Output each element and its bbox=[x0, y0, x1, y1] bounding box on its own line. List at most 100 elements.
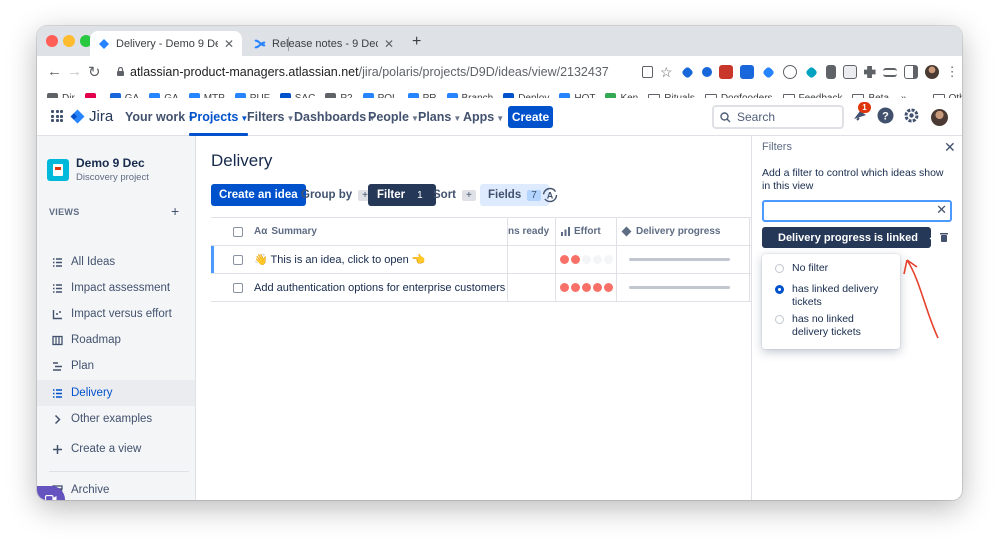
trash-icon[interactable] bbox=[940, 232, 948, 242]
search-input[interactable]: Search bbox=[712, 105, 844, 129]
help-icon[interactable]: ? bbox=[877, 107, 894, 124]
row-checkbox[interactable] bbox=[233, 274, 243, 301]
idea-summary[interactable]: Add authentication options for enterpris… bbox=[254, 274, 505, 301]
search-placeholder: Search bbox=[737, 110, 776, 124]
filter-label: Filter bbox=[377, 189, 406, 201]
filter-chip-delivery-progress[interactable]: Delivery progress is linked ⌄ bbox=[762, 227, 936, 248]
side-panel-icon[interactable] bbox=[903, 65, 918, 79]
nav-your-work[interactable]: Your work ▼ bbox=[125, 110, 195, 124]
extension-icon[interactable] bbox=[842, 65, 857, 79]
column-header-ready[interactable]: ns ready bbox=[508, 218, 549, 245]
fields-button[interactable]: Fields 7 bbox=[480, 184, 549, 206]
idea-summary[interactable]: 👋 This is an idea, click to open 👈 bbox=[254, 246, 426, 273]
column-header-delivery[interactable]: Delivery progress bbox=[621, 218, 721, 245]
back-icon[interactable]: ← bbox=[47, 63, 62, 80]
close-window-icon[interactable] bbox=[46, 35, 58, 47]
nav-people[interactable]: People ▼ bbox=[368, 110, 419, 124]
tab-title: Release notes - 9 Dec 2022 - bbox=[272, 37, 378, 50]
sidebar-item-plan[interactable]: Plan bbox=[37, 353, 195, 379]
star-icon[interactable]: ☆ bbox=[660, 65, 673, 79]
extension-icon[interactable] bbox=[701, 67, 712, 77]
browser-toolbar: ← → ↻ atlassian-product-managers.atlassi… bbox=[37, 56, 962, 88]
app-switcher-icon[interactable] bbox=[51, 110, 63, 122]
sidebar-item-other-examples[interactable]: Other examples bbox=[37, 406, 195, 432]
nav-filters[interactable]: Filters ▼ bbox=[247, 110, 294, 124]
new-tab-button[interactable]: + bbox=[412, 33, 421, 51]
clear-input-icon[interactable]: ✕ bbox=[936, 202, 947, 218]
puzzle-icon[interactable] bbox=[863, 66, 876, 78]
column-divider bbox=[616, 218, 617, 302]
close-panel-icon[interactable]: ✕ bbox=[944, 139, 956, 156]
sidebar-item-impact-assessment[interactable]: Impact assessment bbox=[37, 275, 195, 301]
extension-icon[interactable] bbox=[825, 65, 836, 79]
project-avatar-icon bbox=[47, 158, 69, 181]
settings-icon[interactable] bbox=[903, 107, 920, 124]
radio-button[interactable] bbox=[775, 264, 784, 273]
effort-rating[interactable] bbox=[560, 274, 615, 301]
address-bar[interactable]: atlassian-product-managers.atlassian.net… bbox=[130, 65, 609, 79]
group-by-button[interactable]: Group by + bbox=[293, 184, 380, 206]
row-checkbox[interactable] bbox=[233, 246, 243, 273]
sidebar-item-all-ideas[interactable]: All Ideas bbox=[37, 249, 195, 275]
jira-logo[interactable]: Jira bbox=[70, 108, 113, 125]
nav-projects[interactable]: Projects ▼ bbox=[189, 110, 249, 136]
ideas-table: Aα Summary ns ready Effort Delivery progr… bbox=[211, 217, 751, 302]
sidebar-item-delivery[interactable]: Delivery bbox=[37, 380, 195, 406]
share-icon[interactable] bbox=[642, 66, 653, 78]
sidebar-divider bbox=[49, 471, 189, 472]
profile-avatar[interactable] bbox=[924, 65, 939, 79]
extension-icon[interactable] bbox=[718, 65, 733, 79]
search-icon bbox=[720, 111, 731, 122]
reading-list-icon[interactable] bbox=[882, 67, 897, 77]
sidebar-item-create-a-view[interactable]: Create a view bbox=[37, 436, 195, 462]
extension-icon[interactable] bbox=[782, 65, 797, 79]
sidebar-item-label: Create a view bbox=[71, 443, 142, 455]
nav-label: Apps bbox=[463, 110, 495, 124]
sidebar-item-label: Archive bbox=[71, 484, 110, 496]
sort-button[interactable]: Sort + bbox=[425, 184, 484, 206]
menu-dots-icon[interactable]: ⋮ bbox=[946, 64, 959, 80]
close-tab-icon[interactable]: ✕ bbox=[224, 37, 234, 51]
nav-dashboards[interactable]: Dashboards ▼ bbox=[294, 110, 376, 124]
browser-tab[interactable]: Release notes - 9 Dec 2022 - ✕ bbox=[246, 31, 402, 56]
effort-rating[interactable] bbox=[560, 246, 615, 273]
sidebar-item-impact-versus-effort[interactable]: Impact versus effort bbox=[37, 301, 195, 327]
radio-button[interactable] bbox=[775, 315, 784, 324]
forward-icon[interactable]: → bbox=[67, 63, 82, 80]
nav-plans[interactable]: Plans ▼ bbox=[418, 110, 461, 124]
column-header-effort[interactable]: Effort bbox=[561, 218, 601, 245]
nav-apps[interactable]: Apps ▼ bbox=[463, 110, 504, 124]
text-field-icon: Aα bbox=[254, 226, 268, 237]
sidebar-item-label: Impact versus effort bbox=[71, 308, 172, 320]
rating-icon bbox=[561, 227, 570, 236]
column-header-summary[interactable]: Aα Summary bbox=[254, 218, 317, 245]
extension-icon[interactable] bbox=[761, 65, 775, 79]
auto-format-icon[interactable]: A bbox=[541, 186, 559, 204]
chevron-right-icon bbox=[54, 414, 61, 424]
create-idea-button[interactable]: Create an idea bbox=[211, 184, 306, 206]
reload-icon[interactable]: ↻ bbox=[88, 63, 101, 81]
browser-tab-active[interactable]: Delivery - Demo 9 Dec - Jira P ✕ bbox=[90, 31, 242, 56]
sidebar-item-label: Roadmap bbox=[71, 334, 121, 346]
create-button[interactable]: Create bbox=[508, 106, 553, 128]
close-tab-icon[interactable]: ✕ bbox=[384, 37, 394, 51]
column-divider bbox=[507, 218, 508, 302]
sidebar-item-roadmap[interactable]: Roadmap bbox=[37, 327, 195, 353]
user-avatar[interactable] bbox=[931, 109, 948, 126]
browser-window: Delivery - Demo 9 Dec - Jira P ✕ Release… bbox=[37, 26, 962, 500]
table-header-row: Aα Summary ns ready Effort Delivery progr… bbox=[211, 218, 751, 246]
effort-dot bbox=[582, 283, 591, 292]
extension-icon[interactable] bbox=[680, 65, 694, 79]
extension-icon[interactable] bbox=[804, 65, 818, 79]
table-row[interactable]: Add authentication options for enterpris… bbox=[211, 274, 751, 302]
project-header[interactable]: Demo 9 Dec Discovery project bbox=[47, 156, 149, 183]
sidebar-item-label: Impact assessment bbox=[71, 282, 171, 294]
table-row[interactable]: 👋 This is an idea, click to open 👈 bbox=[211, 246, 751, 274]
radio-button[interactable] bbox=[775, 285, 784, 294]
extension-icon[interactable] bbox=[739, 65, 754, 79]
filter-field-input[interactable]: ✕ bbox=[762, 200, 952, 222]
minimize-window-icon[interactable] bbox=[63, 35, 75, 47]
jira-logo-text: Jira bbox=[89, 108, 114, 125]
select-all-checkbox[interactable] bbox=[233, 218, 243, 245]
add-view-button[interactable]: + bbox=[171, 203, 179, 219]
